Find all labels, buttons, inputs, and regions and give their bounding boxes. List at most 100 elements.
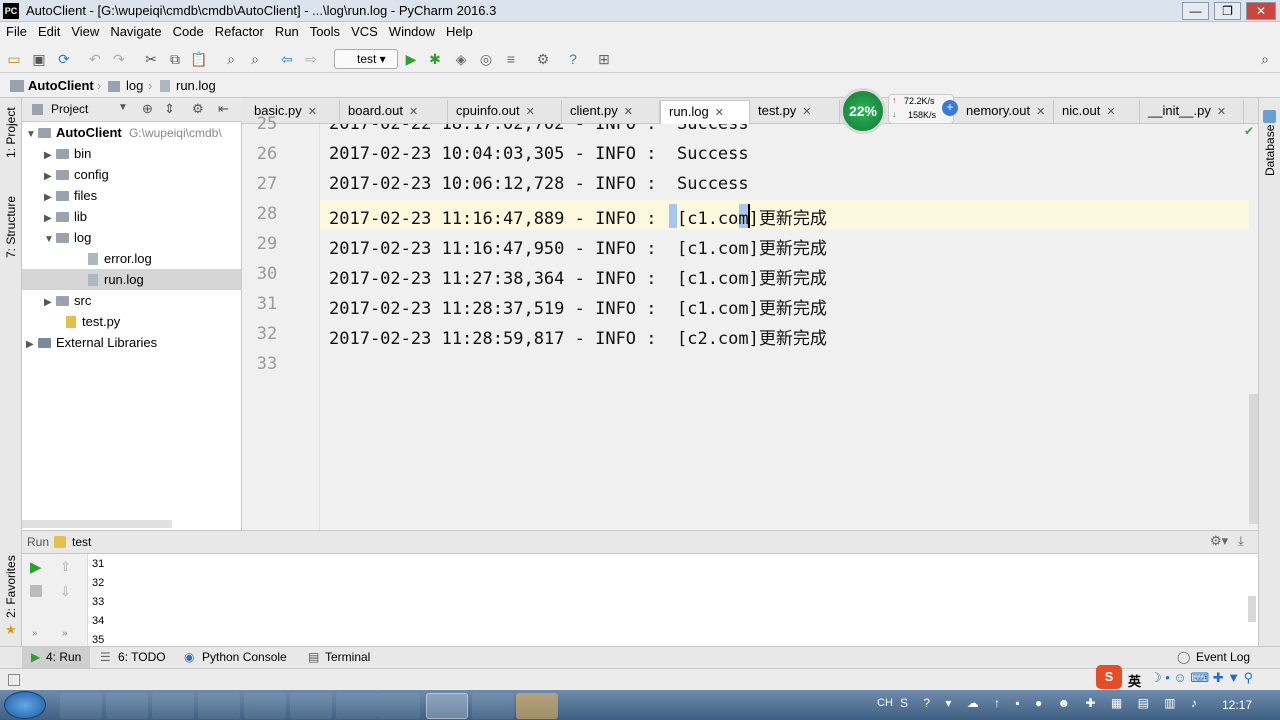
project-view-select[interactable]: Project <box>51 102 88 116</box>
chrome-icon[interactable] <box>244 693 286 719</box>
menu-window[interactable]: Window <box>383 22 440 39</box>
menu-run[interactable]: Run <box>269 22 304 39</box>
help-icon[interactable]: ? <box>564 50 582 68</box>
scroll-thumb[interactable] <box>1249 394 1258 524</box>
tab-client-py[interactable]: client.py ✕ <box>562 100 660 124</box>
vertical-scrollbar[interactable] <box>1249 124 1258 530</box>
more-icon[interactable]: » <box>32 628 38 639</box>
forward-icon[interactable]: ⇨ <box>302 50 320 68</box>
tab-nic-out[interactable]: nic.out ✕ <box>1054 100 1140 124</box>
up-arrow-icon[interactable]: ⇧ <box>60 559 71 575</box>
find-icon[interactable]: ⌕ <box>222 50 240 68</box>
clock[interactable]: 12:17 <box>1222 698 1252 712</box>
taskbar-app-icon[interactable] <box>516 693 558 719</box>
redo-icon[interactable]: ↷ <box>110 50 128 68</box>
notepad-icon[interactable] <box>290 693 332 719</box>
tree-item-log[interactable]: ▼ log <box>44 227 91 248</box>
menu-refactor[interactable]: Refactor <box>209 22 269 39</box>
sync-icon[interactable]: ⟳ <box>55 50 73 68</box>
tool-tab-todo[interactable]: 6: TODO <box>118 650 166 664</box>
toggle-tool-windows-icon[interactable] <box>8 674 20 686</box>
back-icon[interactable]: ⇦ <box>278 50 296 68</box>
pycharm-taskbar-icon[interactable] <box>426 693 468 719</box>
tab-cpuinfo-out[interactable]: cpuinfo.out ✕ <box>448 100 562 124</box>
tree-item-lib[interactable]: ▶ lib <box>44 206 87 227</box>
tree-item-test-py[interactable]: test.py <box>66 311 120 332</box>
database-tool-button[interactable]: Database <box>1263 125 1277 176</box>
breadcrumb-root[interactable]: AutoClient <box>28 78 94 93</box>
tray-icons[interactable]: S ? ▾ ☁ ↑ ▪ ● ☻ ✚ ▦ ▤ ▥ ♪ <box>900 696 1203 710</box>
tool-tab-terminal[interactable]: Terminal <box>325 650 370 664</box>
menu-view[interactable]: View <box>65 22 104 39</box>
structure-tool-button[interactable]: 7: Structure <box>4 196 18 258</box>
word-icon[interactable] <box>336 693 378 719</box>
code-editor[interactable]: 2017-02-22 18:17:02,702 - INFO : Success… <box>320 124 1250 530</box>
menu-vcs[interactable]: VCS <box>345 22 383 39</box>
event-log-button[interactable]: Event Log <box>1196 650 1250 664</box>
tree-item-error-log[interactable]: error.log <box>88 248 152 269</box>
gear-icon[interactable]: ⚙▾ <box>1210 533 1228 549</box>
tab-run-log[interactable]: run.log ✕ <box>660 100 750 124</box>
tree-item-src[interactable]: ▶ src <box>44 290 91 311</box>
close-button[interactable]: ✕ <box>1246 2 1276 20</box>
taskbar-app-icon[interactable] <box>60 693 102 719</box>
plugin-icon[interactable]: ⊞ <box>595 50 613 68</box>
explorer-icon[interactable] <box>378 693 420 719</box>
taskbar-app-icon[interactable] <box>106 693 148 719</box>
ime-indicator[interactable]: CH <box>877 697 893 709</box>
tree-item-bin[interactable]: ▶ bin <box>44 143 91 164</box>
search-everywhere-icon[interactable]: ⌕ <box>1256 50 1274 68</box>
down-arrow-icon[interactable]: ⇩ <box>60 584 71 600</box>
menu-file[interactable]: File <box>0 22 32 39</box>
scroll-thumb[interactable] <box>1248 596 1256 622</box>
menu-tools[interactable]: Tools <box>304 22 345 39</box>
hide-panel-icon[interactable]: ⤓ <box>1238 533 1244 549</box>
run-config-name[interactable]: test <box>72 535 91 549</box>
tree-item-config[interactable]: ▶ config <box>44 164 109 185</box>
rerun-icon[interactable]: ▶ <box>30 558 42 576</box>
project-tool-button[interactable]: 1: Project <box>4 107 18 158</box>
stop-icon[interactable] <box>30 585 42 597</box>
horizontal-scrollbar[interactable] <box>22 520 172 528</box>
tab-init-py[interactable]: __init__.py ✕ <box>1140 100 1244 124</box>
taskbar-app-icon[interactable] <box>472 693 514 719</box>
hide-icon[interactable]: ⇤ <box>218 101 229 117</box>
tab-board-out[interactable]: board.out ✕ <box>340 100 448 124</box>
tree-item-external-libraries[interactable]: ▶ External Libraries <box>26 332 157 353</box>
taskbar-app-icon[interactable] <box>198 693 240 719</box>
ime-language[interactable]: 英 <box>1128 671 1141 690</box>
chevron-down-icon[interactable]: ▼ <box>118 102 128 113</box>
menu-help[interactable]: Help <box>440 22 478 39</box>
breadcrumb-log[interactable]: log <box>126 78 143 93</box>
replace-icon[interactable]: ⌕ <box>246 50 264 68</box>
debug-icon[interactable]: ✱ <box>426 50 444 68</box>
sogou-ime-icon[interactable]: S <box>1096 665 1122 689</box>
breadcrumb-file[interactable]: run.log <box>176 78 216 93</box>
tree-item-files[interactable]: ▶ files <box>44 185 97 206</box>
ime-toolbar-icons[interactable]: ☽ • ☺ ⌨ ✚ ▼ ⚲ <box>1150 670 1253 686</box>
tree-root[interactable]: ▼ AutoClient G:\wupeiqi\cmdb\ <box>26 122 222 143</box>
favorites-tool-button[interactable]: 2: Favorites <box>4 555 18 618</box>
run-icon[interactable]: ▶ <box>402 50 420 68</box>
tab-memory-out[interactable]: nemory.out ✕ <box>958 100 1054 124</box>
locate-icon[interactable]: ⊕ <box>142 101 153 117</box>
concurrency-icon[interactable]: ≡ <box>502 50 520 68</box>
undo-icon[interactable]: ↶ <box>86 50 104 68</box>
tool-tab-python-console[interactable]: Python Console <box>202 650 287 664</box>
maximize-button[interactable]: ❐ <box>1214 2 1241 20</box>
more-icon[interactable]: » <box>62 628 68 639</box>
collapse-icon[interactable]: ⇕ <box>164 101 175 117</box>
menu-code[interactable]: Code <box>167 22 209 39</box>
run-config-select[interactable]: test ▾ <box>334 49 398 69</box>
menu-navigate[interactable]: Navigate <box>104 22 166 39</box>
cut-icon[interactable]: ✂ <box>142 50 160 68</box>
open-folder-icon[interactable]: ▭ <box>5 50 23 68</box>
minimize-button[interactable]: — <box>1182 2 1209 20</box>
paste-icon[interactable]: 📋 <box>190 50 208 68</box>
copy-icon[interactable]: ⧉ <box>166 50 184 68</box>
start-button[interactable] <box>4 691 46 719</box>
taskbar-app-icon[interactable] <box>152 693 194 719</box>
save-icon[interactable]: ▣ <box>30 50 48 68</box>
gear-icon[interactable]: ⚙ <box>192 101 204 117</box>
tab-test-py[interactable]: test.py ✕ <box>750 100 840 124</box>
